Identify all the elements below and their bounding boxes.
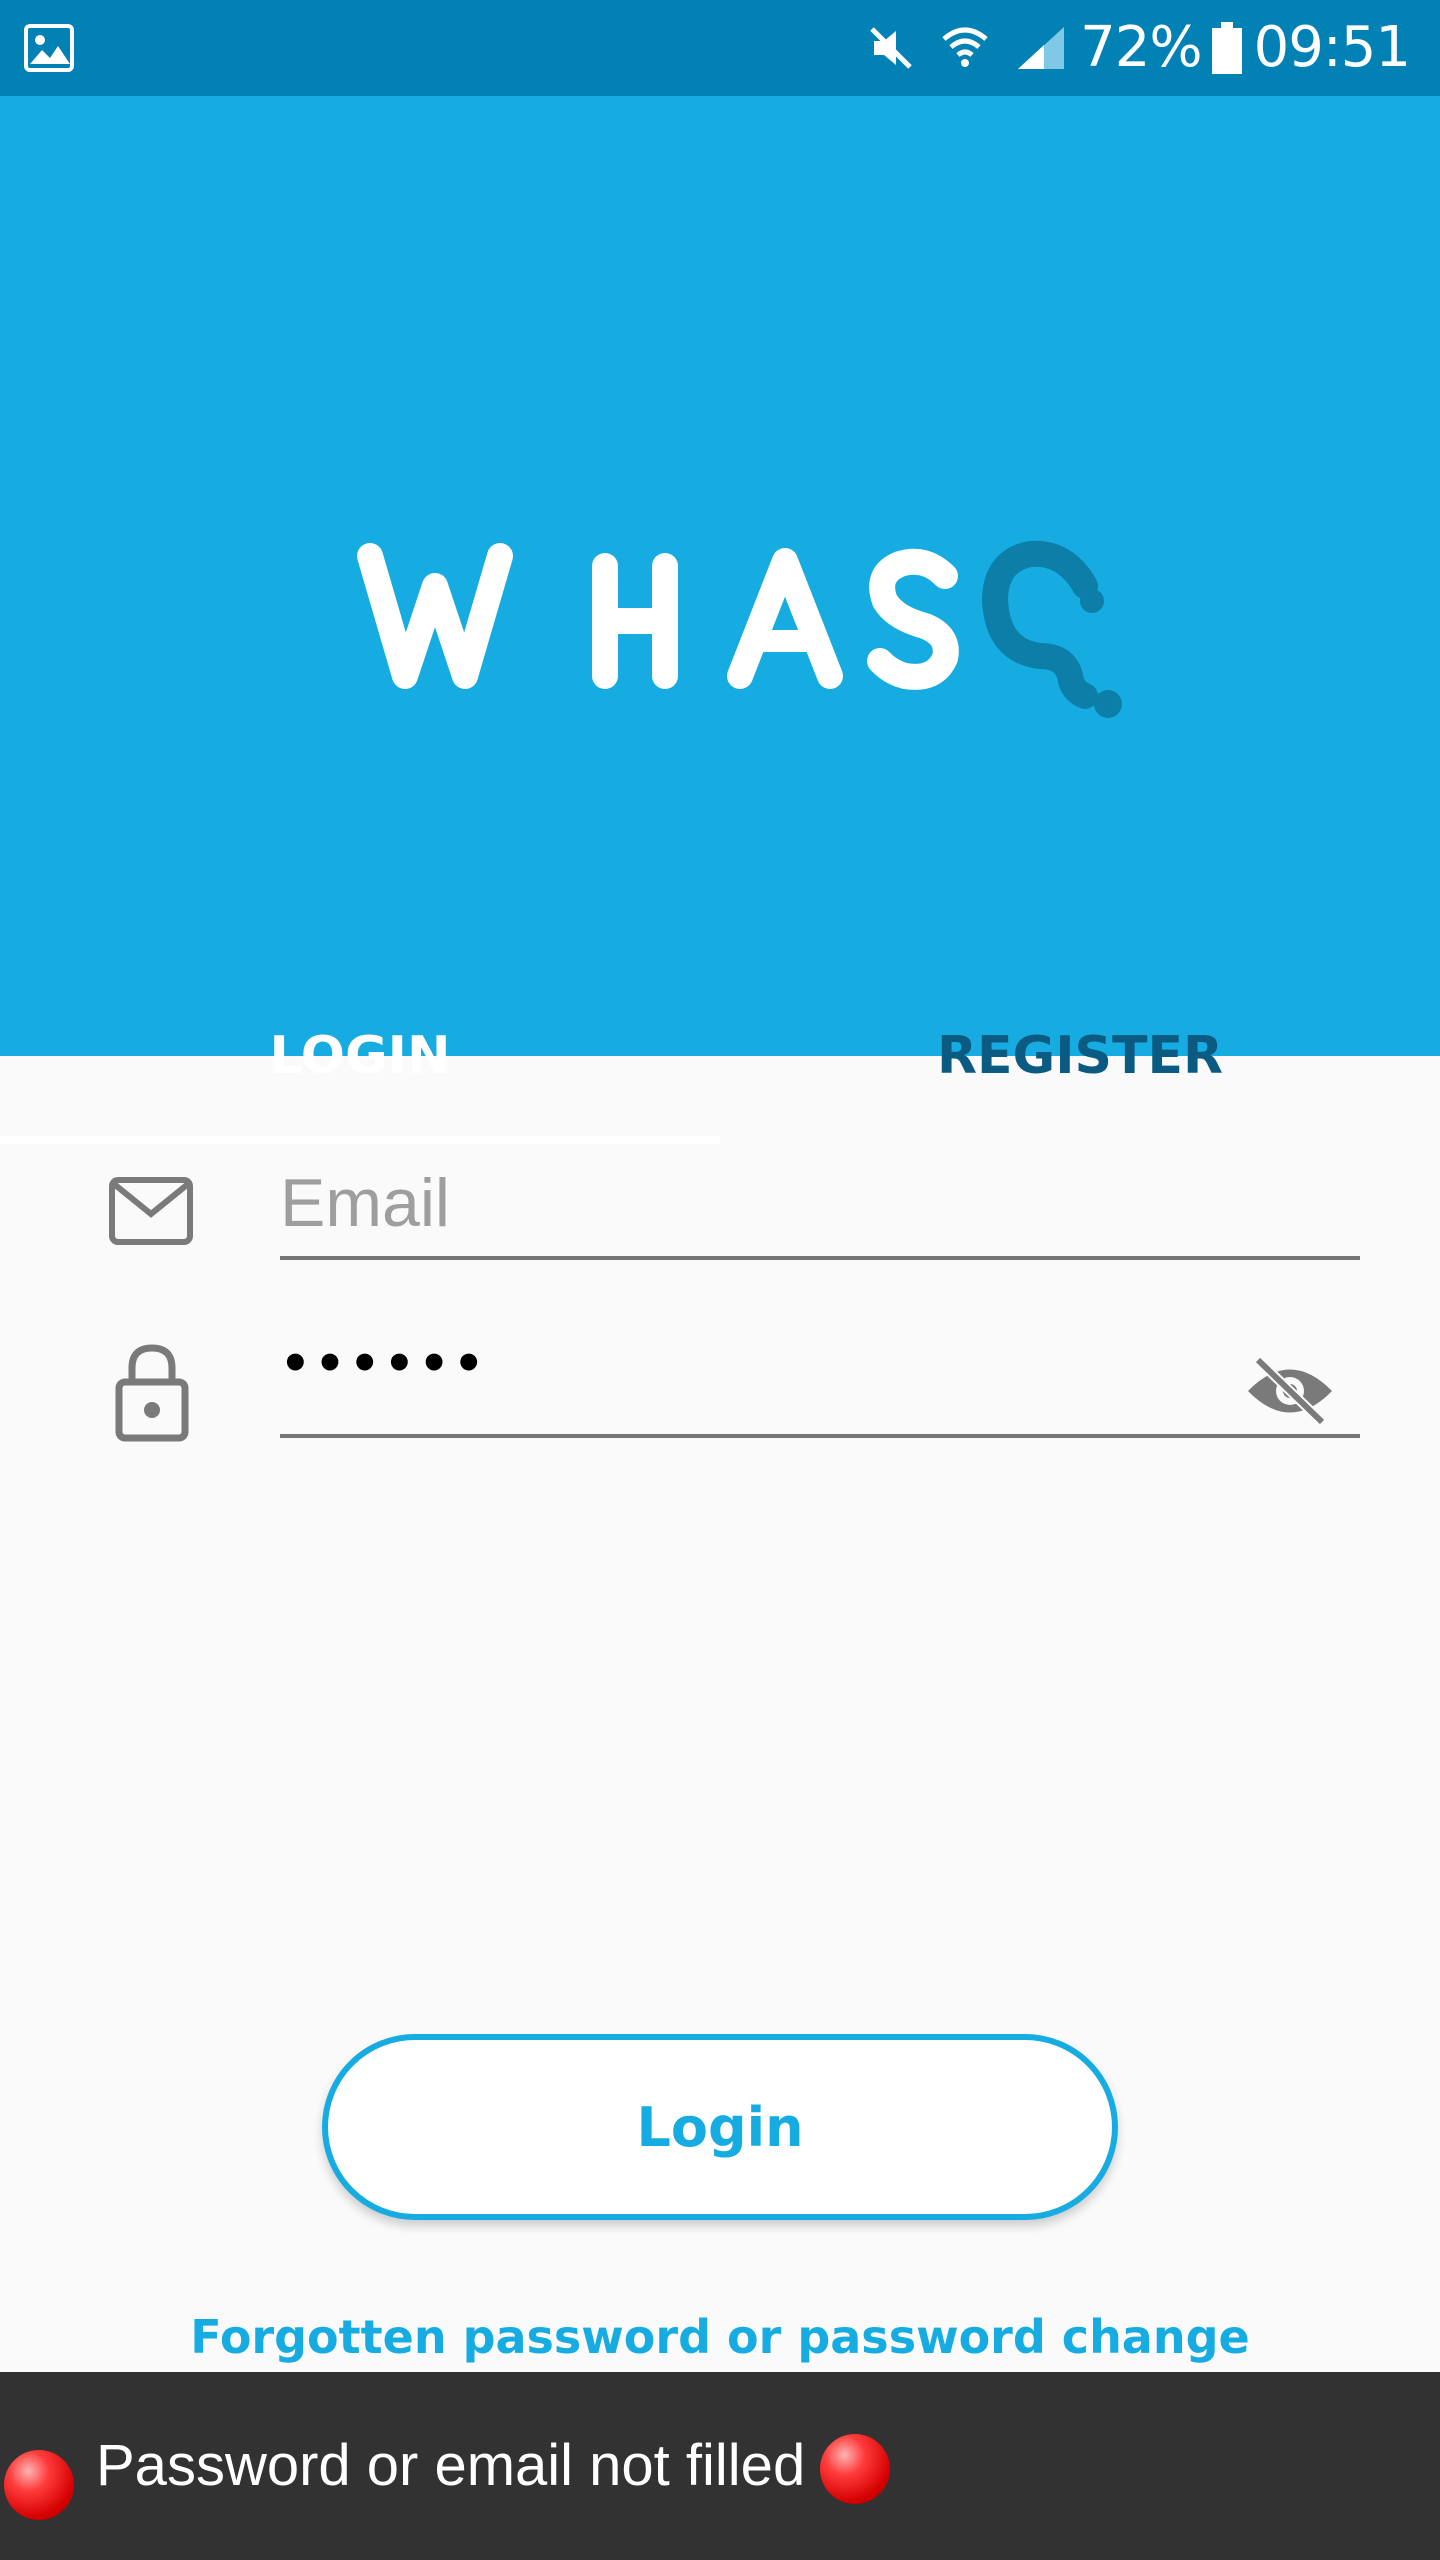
app-logo: [350, 526, 1130, 746]
visibility-off-icon[interactable]: [1244, 1354, 1336, 1428]
status-bar: 72% 09:51: [0, 0, 1440, 96]
clock: 09:51: [1253, 15, 1411, 80]
email-row: [0, 1150, 1440, 1290]
image-icon: [24, 24, 74, 72]
tab-register[interactable]: REGISTER: [720, 996, 1440, 1152]
red-dot-icon: [4, 2450, 74, 2520]
email-input[interactable]: [280, 1150, 1360, 1256]
tab-indicator: [0, 1136, 720, 1144]
forgot-password-link[interactable]: Forgotten password or password change: [0, 2310, 1440, 2364]
logo-mark: [357, 540, 1122, 718]
password-field[interactable]: ••••••: [280, 1328, 1360, 1438]
forgot-password-label: Forgotten password or password change: [190, 2310, 1250, 2364]
mute-icon: [870, 27, 912, 69]
app-header: LOGIN REGISTER: [0, 96, 1440, 1144]
lock-icon: [115, 1344, 189, 1442]
battery-percent: 72%: [1080, 15, 1202, 80]
tab-bar: LOGIN REGISTER: [0, 996, 1440, 1152]
wifi-icon: [942, 27, 988, 67]
login-button-label: Login: [636, 2095, 804, 2159]
email-field[interactable]: [280, 1150, 1360, 1260]
password-row: ••••••: [0, 1328, 1440, 1468]
login-button[interactable]: Login: [322, 2034, 1118, 2220]
toast-text: Password or email not filled: [96, 2433, 806, 2498]
battery-icon: [1211, 22, 1242, 74]
mail-icon: [109, 1177, 193, 1245]
status-right: 72% 09:51: [842, 0, 1411, 96]
tab-login-label: LOGIN: [269, 1026, 451, 1086]
signal-icon: [1018, 27, 1065, 69]
tab-login[interactable]: LOGIN: [0, 996, 720, 1152]
toast-message: Password or email not filled: [0, 2372, 1440, 2560]
password-value[interactable]: ••••••: [280, 1336, 488, 1392]
red-dot-icon: [820, 2434, 890, 2504]
tab-register-label: REGISTER: [936, 1026, 1224, 1086]
